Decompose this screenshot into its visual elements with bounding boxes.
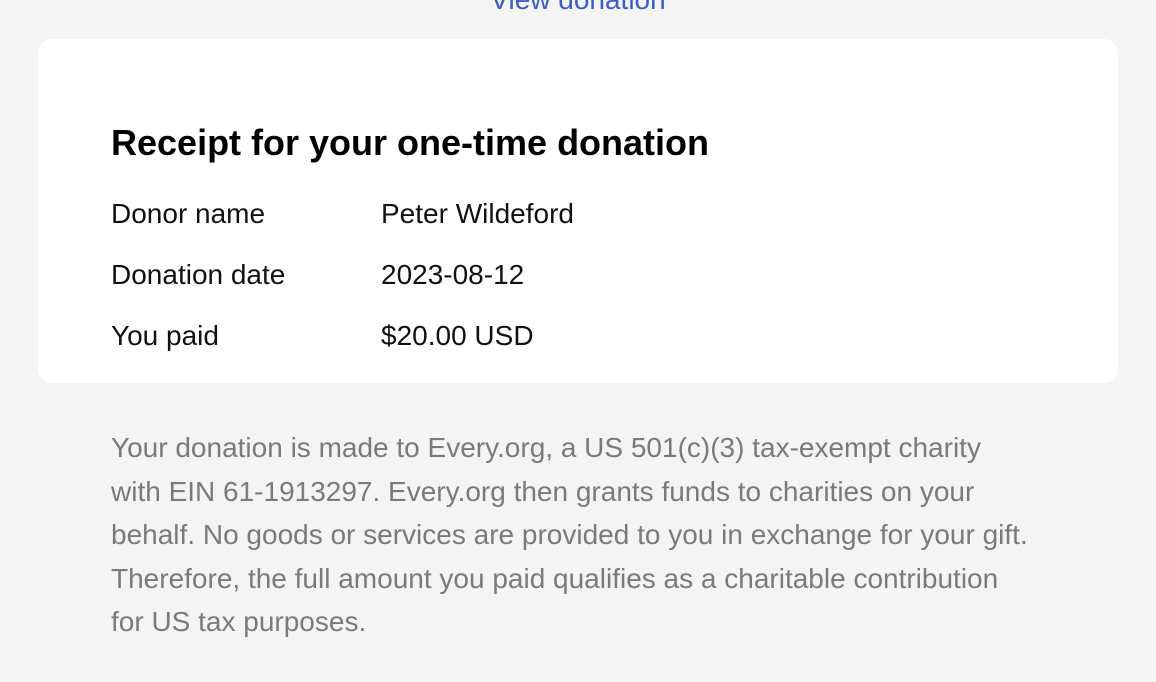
view-donation-link[interactable]: View donation (0, 0, 1156, 16)
donation-date-value: 2023-08-12 (381, 259, 525, 290)
receipt-row-label: Donor name (111, 198, 266, 229)
receipt-card: Receipt for your one-time donation Donor… (38, 39, 1118, 383)
receipt-row-label: Donation date (111, 259, 286, 290)
receipt-row-label: You paid (111, 320, 219, 351)
tax-disclaimer: Your donation is made to Every.org, a US… (111, 432, 1028, 637)
amount-paid-value: $20.00 USD (381, 320, 534, 351)
donor-name-value: Peter Wildeford (381, 198, 574, 229)
receipt-title: Receipt for your one-time donation (111, 122, 710, 163)
